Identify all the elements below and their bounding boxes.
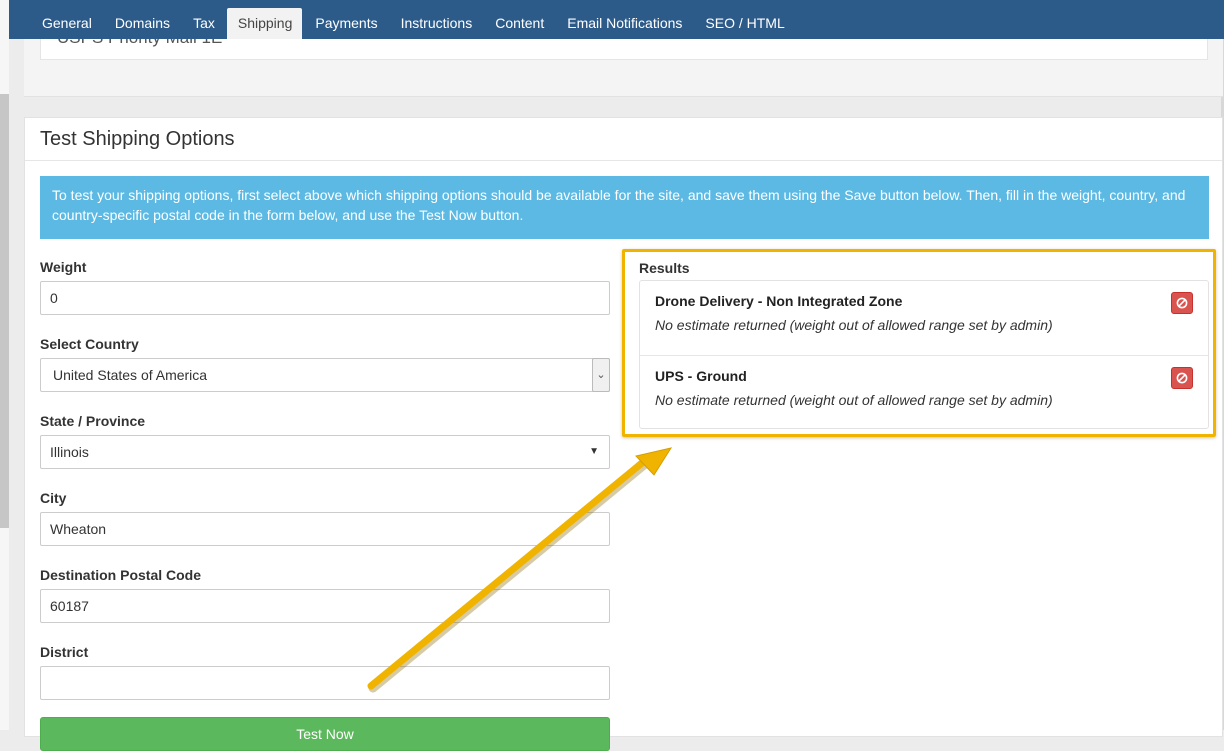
postal-code-field: Destination Postal Code 60187 (40, 567, 610, 623)
tab-shipping[interactable]: Shipping (226, 8, 303, 39)
state-label: State / Province (40, 413, 146, 429)
result-item: UPS - Ground No estimate returned (weigh… (640, 355, 1208, 429)
country-label: Select Country (40, 336, 139, 352)
ban-icon[interactable] (1171, 292, 1193, 314)
settings-tab-bar: General Domains Tax Shipping Payments In… (9, 0, 1224, 39)
result-title: UPS - Ground (655, 368, 747, 384)
tab-tax[interactable]: Tax (182, 8, 225, 39)
ban-icon[interactable] (1171, 367, 1193, 389)
city-label: City (40, 490, 67, 506)
info-alert: To test your shipping options, first sel… (40, 176, 1209, 239)
tab-payments[interactable]: Payments (304, 8, 387, 39)
tab-content[interactable]: Content (484, 8, 554, 39)
country-field: Select Country United States of America … (40, 336, 610, 392)
shipping-option-label: USPS Priority Mail 1E (57, 39, 222, 48)
test-now-button[interactable]: Test Now (40, 717, 610, 751)
tab-domains[interactable]: Domains (104, 8, 180, 39)
tab-instructions[interactable]: Instructions (390, 8, 483, 39)
test-shipping-form: Weight 0 Select Country United States of… (40, 259, 610, 751)
shipping-option-row: USPS Priority Mail 1E (40, 39, 1208, 60)
results-label: Results (639, 260, 690, 276)
results-list: Drone Delivery - Non Integrated Zone No … (639, 280, 1209, 429)
city-field: City Wheaton (40, 490, 610, 546)
weight-input[interactable]: 0 (40, 281, 610, 315)
weight-label: Weight (40, 259, 87, 275)
tab-email-notifications[interactable]: Email Notifications (556, 8, 692, 39)
panel-title: Test Shipping Options (25, 118, 1222, 161)
state-field: State / Province Illinois ▼ (40, 413, 610, 469)
result-title: Drone Delivery - Non Integrated Zone (655, 293, 903, 309)
tab-general[interactable]: General (31, 8, 102, 39)
result-message: No estimate returned (weight out of allo… (655, 392, 1053, 408)
district-field: District (40, 644, 610, 700)
weight-field: Weight 0 (40, 259, 610, 315)
tab-seo-html[interactable]: SEO / HTML (694, 8, 794, 39)
country-value: United States of America (53, 367, 208, 383)
city-input[interactable]: Wheaton (40, 512, 610, 546)
result-item: Drone Delivery - Non Integrated Zone No … (640, 281, 1208, 355)
result-message: No estimate returned (weight out of allo… (655, 317, 1053, 333)
shipping-options-panel: USPS Priority Mail 1E (24, 39, 1223, 97)
district-label: District (40, 644, 89, 660)
test-shipping-panel: Test Shipping Options To test your shipp… (24, 117, 1223, 751)
state-value: Illinois (50, 444, 89, 460)
caret-down-icon: ▼ (589, 446, 599, 457)
postal-code-input[interactable]: 60187 (40, 589, 610, 623)
left-scrollbar-thumb[interactable] (0, 94, 9, 528)
country-select[interactable]: United States of America ⌄ (40, 358, 610, 392)
district-input[interactable] (40, 666, 610, 700)
postal-code-label: Destination Postal Code (40, 567, 202, 583)
state-select[interactable]: Illinois ▼ (40, 435, 610, 469)
chevron-down-icon[interactable]: ⌄ (592, 358, 610, 392)
